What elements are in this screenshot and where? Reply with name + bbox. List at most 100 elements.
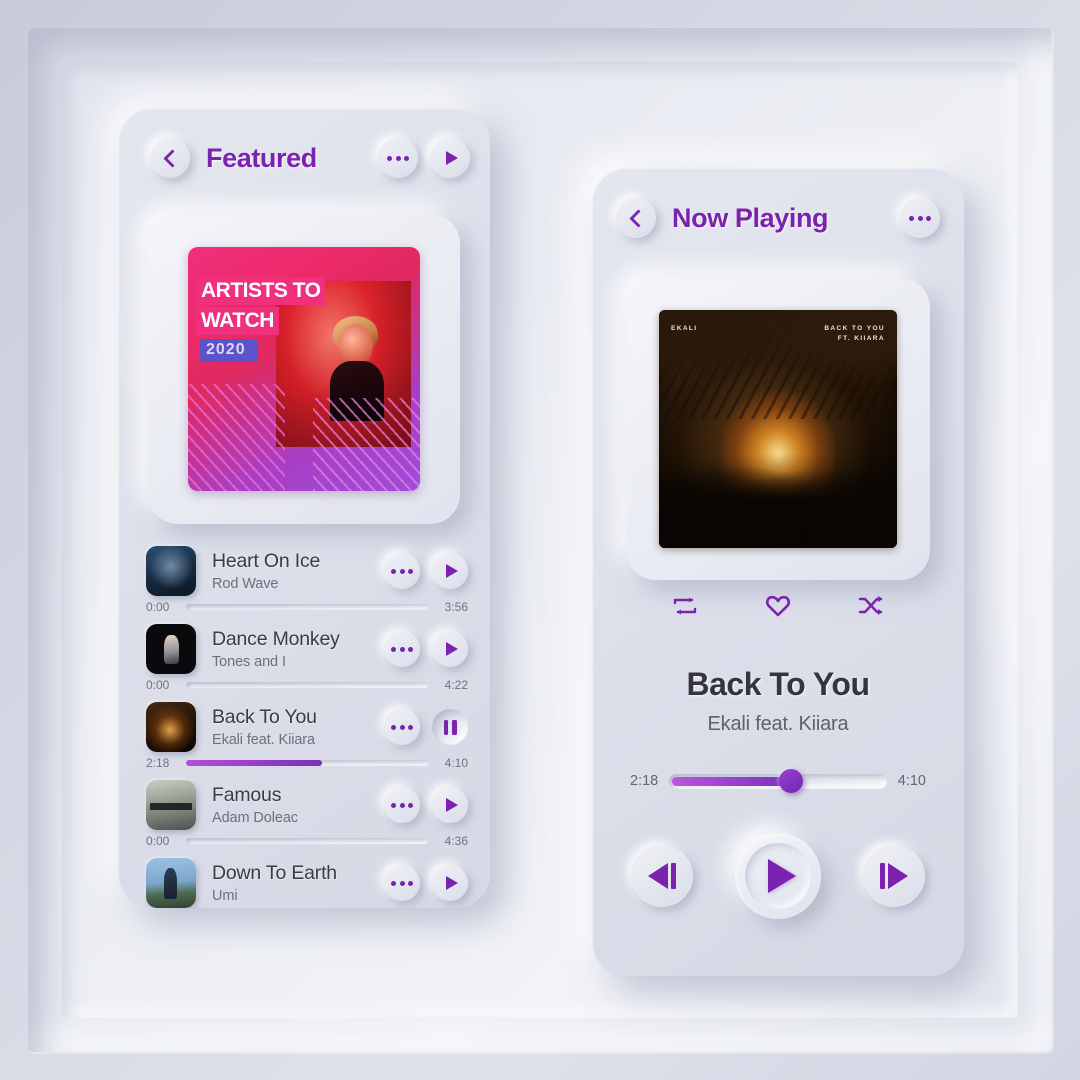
elapsed-time: 2:18 (630, 773, 659, 789)
play-pause-button[interactable] (735, 833, 821, 919)
track-progress-bar[interactable] (186, 682, 428, 688)
duration-time: 4:10 (897, 773, 926, 789)
featured-artwork: ARTISTS TO WATCH 2020 (188, 247, 420, 491)
track-title: Down To Earth (212, 862, 337, 885)
featured-more-button[interactable] (378, 138, 418, 178)
play-icon (446, 151, 458, 165)
track-row[interactable]: Famous Adam Doleac 0:00 4:36 (118, 772, 490, 850)
progress-thumb[interactable] (779, 769, 804, 793)
track-title: Dance Monkey (212, 628, 340, 651)
track-play-button[interactable] (432, 709, 468, 745)
play-icon (446, 876, 458, 890)
now-playing-more-button[interactable] (900, 198, 940, 238)
chevron-left-icon (628, 208, 648, 228)
progress-slider[interactable] (669, 769, 887, 793)
track-progress: 0:00 4:36 (146, 834, 468, 848)
featured-title: Featured (206, 142, 317, 173)
track-more-button[interactable] (384, 631, 420, 667)
track-buttons (384, 787, 468, 823)
track-buttons (384, 709, 468, 745)
track-main: Dance Monkey Tones and I (146, 616, 468, 676)
track-main: Famous Adam Doleac (146, 772, 468, 832)
track-duration: 4:10 (444, 756, 468, 770)
track-title: Heart On Ice (212, 550, 321, 573)
heart-icon[interactable] (763, 593, 793, 619)
shuffle-icon[interactable] (856, 593, 886, 619)
track-thumbnail (146, 546, 196, 596)
featured-header: Featured (118, 108, 490, 208)
repeat-icon[interactable] (670, 593, 700, 619)
track-list: Heart On Ice Rod Wave 0:00 3:56 Dance Mo… (118, 538, 490, 908)
play-icon (446, 564, 458, 578)
track-duration: 4:36 (444, 834, 468, 848)
more-options-icon (391, 646, 413, 652)
track-buttons (384, 553, 468, 589)
track-more-button[interactable] (384, 553, 420, 589)
now-playing-artwork: EKALI BACK TO YOU FT. KIIARA (659, 310, 897, 548)
artwork-title-line2: FT. KIIARA (837, 334, 885, 342)
track-thumbnail (146, 702, 196, 752)
track-text: Back To You Ekali feat. Kiiara (212, 706, 384, 747)
next-track-button[interactable] (863, 845, 925, 907)
previous-track-icon (648, 863, 676, 889)
more-options-icon (909, 215, 931, 221)
track-progress-bar[interactable] (186, 604, 428, 610)
featured-play-button[interactable] (430, 138, 470, 178)
artwork-title-line1: BACK TO YOU (824, 325, 885, 332)
track-row[interactable]: Dance Monkey Tones and I 0:00 4:22 (118, 616, 490, 694)
track-more-button[interactable] (384, 787, 420, 823)
now-playing-track-title: Back To You (686, 666, 870, 702)
more-options-icon (391, 568, 413, 574)
track-row[interactable]: Down To Earth Umi (118, 850, 490, 908)
track-thumbnail (146, 624, 196, 674)
now-playing-header: Now Playing (592, 168, 964, 268)
now-playing-artwork-frame[interactable]: EKALI BACK TO YOU FT. KIIARA (626, 278, 930, 580)
track-play-button[interactable] (432, 787, 468, 823)
previous-track-button[interactable] (631, 845, 693, 907)
track-progress-bar[interactable] (186, 838, 428, 844)
play-icon (768, 859, 796, 893)
track-progress-fill (186, 760, 322, 766)
play-button-inner (745, 843, 811, 909)
track-thumbnail (146, 858, 196, 908)
track-more-button[interactable] (384, 865, 420, 901)
artwork-headline-1: ARTISTS TO (196, 277, 326, 305)
track-title: Famous (212, 784, 282, 807)
track-text: Dance Monkey Tones and I (212, 628, 384, 669)
now-playing-back-button[interactable] (616, 198, 656, 238)
track-play-button[interactable] (432, 553, 468, 589)
track-text: Heart On Ice Rod Wave (212, 550, 384, 591)
pause-icon (443, 719, 457, 735)
artwork-stripes-left (188, 383, 286, 491)
track-main: Heart On Ice Rod Wave (146, 538, 468, 598)
artwork-artist-label: EKALI (671, 325, 698, 332)
next-track-icon (880, 863, 908, 889)
track-progress-bar[interactable] (186, 760, 428, 766)
track-duration: 4:22 (444, 678, 468, 692)
artwork-headline-2: WATCH (196, 307, 279, 335)
track-elapsed: 0:00 (146, 834, 170, 848)
track-elapsed: 0:00 (146, 600, 170, 614)
track-row[interactable]: Heart On Ice Rod Wave 0:00 3:56 (118, 538, 490, 616)
artwork-foreground (659, 452, 897, 548)
artwork-stripes-right (313, 398, 420, 491)
track-artist: Adam Doleac (212, 809, 298, 826)
track-play-button[interactable] (432, 631, 468, 667)
featured-artwork-frame[interactable]: ARTISTS TO WATCH 2020 (148, 214, 460, 524)
track-text: Famous Adam Doleac (212, 784, 384, 825)
track-play-button[interactable] (432, 865, 468, 901)
track-buttons (384, 631, 468, 667)
track-duration: 3:56 (444, 600, 468, 614)
track-main: Back To You Ekali feat. Kiiara (146, 694, 468, 754)
track-thumbnail (146, 780, 196, 830)
now-playing-title: Now Playing (672, 202, 829, 233)
track-elapsed: 2:18 (146, 756, 170, 770)
more-options-icon (387, 155, 409, 161)
play-icon (446, 642, 458, 656)
progress-fill (672, 776, 791, 786)
track-elapsed: 0:00 (146, 678, 170, 692)
now-playing-panel: Now Playing EKALI BACK TO YOU FT. KIIARA (592, 168, 964, 976)
track-row[interactable]: Back To You Ekali feat. Kiiara 2:18 4:10 (118, 694, 490, 772)
track-more-button[interactable] (384, 709, 420, 745)
featured-back-button[interactable] (150, 138, 190, 178)
